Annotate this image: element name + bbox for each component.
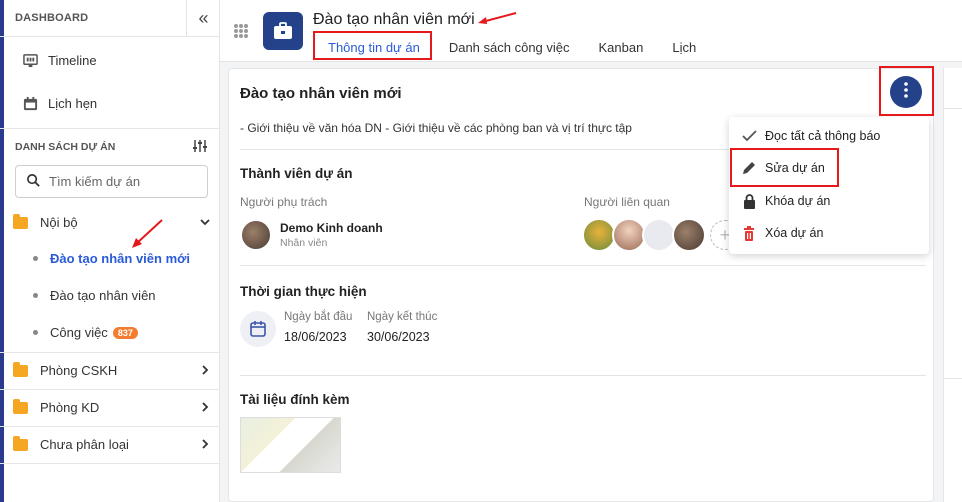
- avatar[interactable]: [672, 218, 706, 252]
- member-name: Demo Kinh doanh: [280, 221, 383, 235]
- sidebar-item-dao-tao-nhan-vien-moi[interactable]: Đào tạo nhân viên mới: [0, 240, 220, 277]
- sidebar-item-label: Lịch hẹn: [48, 95, 98, 111]
- group-label: Chưa phân loại: [40, 437, 129, 452]
- menu-item-label: Đọc tất cả thông báo: [765, 129, 881, 143]
- divider: [0, 128, 220, 129]
- avatar[interactable]: [612, 218, 646, 252]
- project-list-heading: DANH SÁCH DỰ ÁN: [15, 141, 116, 153]
- start-date-value: 18/06/2023: [284, 330, 347, 344]
- end-date-value: 30/06/2023: [367, 330, 430, 344]
- divider: [944, 378, 962, 379]
- menu-item-read-all[interactable]: Đọc tất cả thông báo: [741, 128, 880, 144]
- check-icon: [741, 128, 757, 144]
- project-label: Đào tạo nhân viên mới: [50, 251, 190, 266]
- annotation-box-tab: [313, 31, 432, 60]
- folder-icon: [13, 213, 28, 229]
- attachment-thumbnail[interactable]: [240, 417, 341, 473]
- timeline-icon: [22, 52, 38, 68]
- card-title: Đào tạo nhân viên mới: [240, 85, 402, 102]
- member-role: Nhân viên: [280, 237, 328, 249]
- folder-icon: [13, 398, 28, 414]
- project-description: - Giới thiệu về văn hóa DN - Giới thiệu …: [240, 121, 632, 135]
- menu-item-label: Khóa dự án: [765, 194, 831, 208]
- time-heading: Thời gian thực hiện: [240, 284, 367, 299]
- annotation-box-more-button: [879, 66, 934, 116]
- calendar-icon: [22, 95, 38, 111]
- annotation-arrow-title: [478, 12, 517, 24]
- project-search-input[interactable]: Tìm kiếm dự án: [15, 165, 208, 198]
- chevron-right-icon: [200, 401, 210, 415]
- group-noi-bo[interactable]: Nội bộ: [0, 204, 220, 241]
- chevron-right-icon: [200, 364, 210, 378]
- briefcase-icon: [263, 12, 303, 50]
- tab-kanban[interactable]: Kanban: [599, 40, 644, 60]
- sidebar-item-timeline[interactable]: Timeline: [22, 52, 97, 68]
- group-label: Phòng CSKH: [40, 363, 118, 378]
- attachments-heading: Tài liệu đính kèm: [240, 392, 350, 407]
- sidebar-item-dao-tao-nhan-vien[interactable]: Đào tạo nhân viên: [0, 277, 220, 314]
- double-chevron-left-icon: «: [198, 7, 209, 28]
- sliders-icon[interactable]: [192, 138, 208, 159]
- bullet: [33, 330, 38, 335]
- bullet: [33, 293, 38, 298]
- trash-icon: [741, 225, 757, 241]
- group-chua-phan-loai[interactable]: Chưa phân loại: [0, 426, 220, 463]
- owner-member[interactable]: Demo Kinh doanh Nhân viên: [240, 219, 383, 251]
- lock-icon: [741, 193, 757, 209]
- annotation-arrow-sidebar: [132, 219, 163, 248]
- sidebar-heading: DASHBOARD: [15, 12, 89, 24]
- apps-grid-icon[interactable]: [234, 24, 248, 38]
- group-phong-cskh[interactable]: Phòng CSKH: [0, 352, 220, 389]
- group-label: Nội bộ: [40, 215, 78, 230]
- collapse-sidebar-button[interactable]: «: [186, 0, 220, 36]
- annotation-box-edit-item: [730, 148, 839, 187]
- chevron-down-icon: [200, 216, 210, 230]
- divider: [0, 36, 220, 37]
- avatar: [240, 219, 272, 251]
- count-badge: 837: [112, 326, 138, 339]
- sidebar-item-label: Timeline: [48, 52, 97, 68]
- divider: [240, 375, 926, 376]
- search-icon: [26, 173, 41, 191]
- divider: [0, 463, 220, 464]
- right-panel: [943, 68, 962, 502]
- sidebar-item-cong-viec[interactable]: Công việc 837: [0, 314, 220, 351]
- end-date: Ngày kết thúc 30/06/2023: [367, 311, 437, 344]
- project-label: Đào tạo nhân viên: [50, 288, 156, 303]
- avatar[interactable]: [642, 218, 676, 252]
- folder-icon: [13, 435, 28, 451]
- divider: [944, 108, 962, 109]
- group-label: Phòng KD: [40, 400, 100, 415]
- sidebar-item-lich-hen[interactable]: Lịch hẹn: [22, 95, 97, 111]
- sidebar: DASHBOARD « Timeline Lịch hẹn DANH SÁCH …: [0, 0, 220, 502]
- menu-item-delete-project[interactable]: Xóa dự án: [741, 225, 823, 241]
- start-date-label: Ngày bắt đầu: [284, 311, 353, 323]
- tab-lich[interactable]: Lịch: [672, 40, 696, 60]
- menu-item-lock-project[interactable]: Khóa dự án: [741, 193, 830, 209]
- group-phong-kd[interactable]: Phòng KD: [0, 389, 220, 426]
- menu-item-label: Xóa dự án: [765, 226, 824, 240]
- bullet: [33, 256, 38, 261]
- folder-icon: [13, 361, 28, 377]
- start-date: Ngày bắt đầu 18/06/2023: [284, 311, 352, 344]
- owner-label: Người phụ trách: [240, 195, 328, 209]
- avatar[interactable]: [582, 218, 616, 252]
- page-title: Đào tạo nhân viên mới: [313, 11, 475, 28]
- chevron-right-icon: [200, 438, 210, 452]
- related-label: Người liên quan: [584, 195, 670, 209]
- related-members: +: [582, 218, 740, 252]
- search-placeholder: Tìm kiếm dự án: [49, 174, 141, 189]
- calendar-icon: [240, 311, 276, 347]
- end-date-label: Ngày kết thúc: [367, 311, 438, 323]
- tab-danh-sach-cong-viec[interactable]: Danh sách công việc: [449, 40, 570, 60]
- members-heading: Thành viên dự án: [240, 166, 353, 181]
- divider: [240, 265, 926, 266]
- project-label: Công việc: [50, 325, 108, 340]
